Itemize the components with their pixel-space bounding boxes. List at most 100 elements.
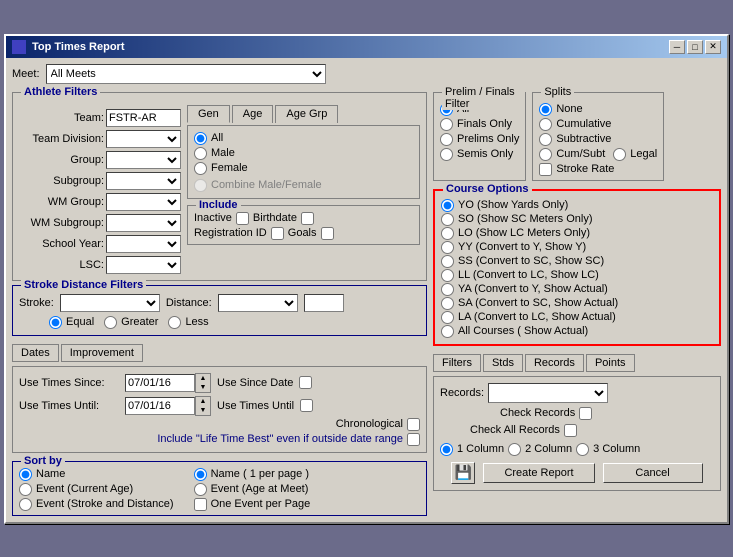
sort-name-label: Name: [36, 468, 65, 480]
use-since-date-checkbox[interactable]: [299, 376, 312, 389]
sort-event-age-radio[interactable]: [19, 483, 32, 496]
course-la-radio[interactable]: [441, 311, 454, 324]
close-button[interactable]: ✕: [705, 40, 721, 54]
sort-event-age-label: Event (Current Age): [36, 483, 133, 495]
less-row: Less: [168, 316, 208, 329]
birthdate-checkbox[interactable]: [301, 212, 314, 225]
athlete-filters-box: Athlete Filters Team: Team Division:: [12, 92, 427, 281]
greater-radio[interactable]: [104, 316, 117, 329]
subgroup-select[interactable]: [106, 172, 181, 190]
check-all-records-checkbox[interactable]: [564, 424, 577, 437]
three-column-radio[interactable]: [576, 443, 589, 456]
two-column-radio[interactable]: [508, 443, 521, 456]
group-label: Group:: [19, 154, 104, 166]
team-input[interactable]: [106, 109, 181, 127]
use-since-down-button[interactable]: ▼: [196, 383, 210, 392]
meet-select[interactable]: All Meets: [46, 64, 326, 84]
minimize-button[interactable]: ─: [669, 40, 685, 54]
stds-tab[interactable]: Stds: [483, 354, 523, 372]
sort-name-page-radio[interactable]: [194, 468, 207, 481]
column-select-row: 1 Column 2 Column 3 Column: [440, 443, 714, 456]
registration-id-checkbox[interactable]: [271, 227, 284, 240]
prelims-only-row: Prelims Only: [440, 133, 519, 146]
goals-checkbox[interactable]: [321, 227, 334, 240]
maximize-button[interactable]: □: [687, 40, 703, 54]
sort-name-page-row: Name ( 1 per page ): [194, 468, 311, 481]
wm-group-row: WM Group:: [19, 193, 181, 211]
lifetime-checkbox[interactable]: [407, 433, 420, 446]
records-select[interactable]: [488, 383, 608, 403]
school-year-select[interactable]: [106, 235, 181, 253]
gen-tab[interactable]: Gen: [187, 105, 230, 123]
wm-subgroup-select[interactable]: [106, 214, 181, 232]
age-grp-tab[interactable]: Age Grp: [275, 105, 338, 123]
use-since-up-button[interactable]: ▲: [196, 374, 210, 383]
sort-event-meet-row: Event (Age at Meet): [194, 483, 311, 496]
sort-event-stroke-radio[interactable]: [19, 498, 32, 511]
chronological-checkbox[interactable]: [407, 418, 420, 431]
save-icon[interactable]: 💾: [451, 462, 475, 484]
team-label: Team:: [19, 112, 104, 124]
equal-label: Equal: [66, 316, 94, 328]
improvement-tab[interactable]: Improvement: [61, 344, 143, 362]
age-tab[interactable]: Age: [232, 105, 274, 123]
combine-radio[interactable]: [194, 179, 207, 192]
stroke-select[interactable]: [60, 294, 160, 312]
check-records-checkbox[interactable]: [579, 407, 592, 420]
points-tab[interactable]: Points: [586, 354, 635, 372]
splits-legal-radio[interactable]: [613, 148, 626, 161]
two-column-row: 2 Column: [508, 443, 572, 456]
use-until-input[interactable]: [125, 397, 195, 415]
lsc-select[interactable]: [106, 256, 181, 274]
distance-select[interactable]: [218, 294, 298, 312]
course-sa-radio[interactable]: [441, 297, 454, 310]
splits-subtractive-radio[interactable]: [539, 133, 552, 146]
dates-tab[interactable]: Dates: [12, 344, 59, 362]
course-yy-radio[interactable]: [441, 241, 454, 254]
finals-only-radio[interactable]: [440, 118, 453, 131]
splits-cumsubt-radio[interactable]: [539, 148, 552, 161]
use-until-down-button[interactable]: ▼: [196, 406, 210, 415]
team-division-select[interactable]: [106, 130, 181, 148]
create-report-button[interactable]: Create Report: [483, 463, 594, 483]
less-radio[interactable]: [168, 316, 181, 329]
use-times-until-checkbox[interactable]: [300, 399, 313, 412]
records-tab[interactable]: Records: [525, 354, 584, 372]
course-lo-radio[interactable]: [441, 227, 454, 240]
splits-none-radio[interactable]: [539, 103, 552, 116]
one-event-checkbox[interactable]: [194, 498, 207, 511]
course-yo-radio[interactable]: [441, 199, 454, 212]
inactive-checkbox[interactable]: [236, 212, 249, 225]
finals-only-row: Finals Only: [440, 118, 519, 131]
course-so-radio[interactable]: [441, 213, 454, 226]
use-since-input[interactable]: [125, 374, 195, 392]
course-ss-radio[interactable]: [441, 255, 454, 268]
sort-event-meet-radio[interactable]: [194, 483, 207, 496]
course-ya-radio[interactable]: [441, 283, 454, 296]
male-radio[interactable]: [194, 147, 207, 160]
wm-subgroup-row: WM Subgroup:: [19, 214, 181, 232]
female-radio[interactable]: [194, 162, 207, 175]
filters-tab[interactable]: Filters: [433, 354, 481, 372]
splits-strokerate-label: Stroke Rate: [556, 163, 614, 175]
equal-radio[interactable]: [49, 316, 62, 329]
all-radio[interactable]: [194, 132, 207, 145]
course-so-label: SO (Show SC Meters Only): [458, 213, 592, 225]
check-all-records-row: Check All Records: [470, 424, 714, 437]
course-all-radio[interactable]: [441, 325, 454, 338]
distance-value-input[interactable]: [304, 294, 344, 312]
sort-name-radio[interactable]: [19, 468, 32, 481]
semis-only-row: Semis Only: [440, 148, 519, 161]
wm-group-label: WM Group:: [19, 196, 104, 208]
course-ll-radio[interactable]: [441, 269, 454, 282]
splits-strokerate-checkbox[interactable]: [539, 163, 552, 176]
splits-none-label: None: [556, 103, 582, 115]
wm-group-select[interactable]: [106, 193, 181, 211]
semis-only-radio[interactable]: [440, 148, 453, 161]
group-select[interactable]: [106, 151, 181, 169]
cancel-button[interactable]: Cancel: [603, 463, 703, 483]
prelims-only-radio[interactable]: [440, 133, 453, 146]
splits-cumulative-radio[interactable]: [539, 118, 552, 131]
one-column-radio[interactable]: [440, 443, 453, 456]
use-until-up-button[interactable]: ▲: [196, 397, 210, 406]
